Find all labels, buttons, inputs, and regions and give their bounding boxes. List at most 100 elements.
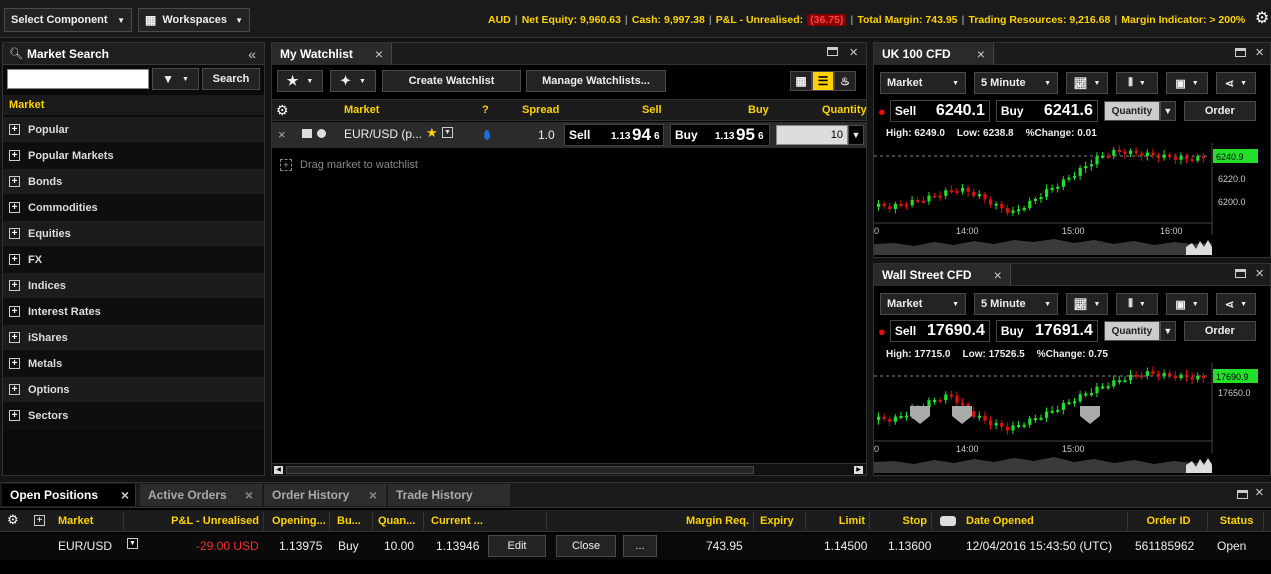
close-icon[interactable]: × [121, 487, 129, 503]
category-options[interactable]: + Options [3, 377, 264, 403]
add-icon[interactable]: + [34, 515, 45, 526]
col-question[interactable]: ? [482, 104, 489, 116]
col-buy-sell[interactable]: Bu... [333, 512, 373, 530]
more-button[interactable]: ... [623, 535, 657, 557]
chart1-buy-button[interactable]: Buy 6241.6 [995, 100, 1098, 122]
maximize-icon[interactable] [1235, 48, 1246, 57]
tab-open-positions[interactable]: Open Positions × [2, 484, 136, 506]
manage-watchlists-button[interactable]: Manage Watchlists... [526, 70, 666, 92]
chart2-canvas[interactable]: 17690.9 17650.0 0 14:00 15:00 [874, 363, 1270, 475]
watchlist-row[interactable]: × EUR/USD (p... ★ ▼ 1.0 Sell 1.13 94 6 B… [272, 122, 866, 148]
remove-icon[interactable]: × [278, 127, 286, 142]
chart2-interval-select[interactable]: 5 Minute ▼ [974, 293, 1058, 315]
filter-button[interactable]: ▼ ▼ [152, 68, 199, 90]
grid-view-icon[interactable]: ▦ [790, 71, 812, 91]
close-panel-icon[interactable]: × [1255, 44, 1264, 61]
chart2-quantity-input[interactable]: Quantity [1103, 321, 1160, 341]
chart2-tab[interactable]: Wall Street CFD × [874, 263, 1011, 286]
chart2-type-select[interactable]: Market ▼ [880, 293, 966, 315]
map-pin-icon[interactable]: ● [878, 104, 886, 119]
close-icon[interactable]: × [375, 46, 383, 62]
drawing-tools-icon[interactable]: 📈︎ ▼ [1066, 293, 1108, 315]
chart-icon[interactable] [302, 129, 312, 138]
close-panel-icon[interactable]: × [849, 44, 858, 61]
maximize-icon[interactable] [1235, 269, 1246, 278]
select-component-button[interactable]: Select Component ▼ [4, 8, 132, 32]
maximize-icon[interactable] [1237, 490, 1248, 499]
chart1-tab[interactable]: UK 100 CFD × [874, 42, 994, 65]
chart1-quantity-input[interactable]: Quantity [1103, 101, 1160, 121]
category-equities[interactable]: + Equities [3, 221, 264, 247]
chart2-order-button[interactable]: Order [1183, 321, 1256, 341]
close-icon[interactable]: × [977, 46, 985, 62]
col-market[interactable]: Market [54, 512, 124, 530]
workspaces-button[interactable]: ▦ Workspaces ▼ [138, 8, 250, 32]
collapse-icon[interactable]: « [248, 46, 256, 62]
edit-button[interactable]: Edit [488, 535, 546, 557]
chart1-navigator[interactable] [874, 239, 1212, 255]
tab-trade-history[interactable]: Trade History [388, 484, 510, 506]
category-indices[interactable]: + Indices [3, 273, 264, 299]
share-icon[interactable]: ⋖ ▼ [1216, 293, 1256, 315]
chart1-order-button[interactable]: Order [1183, 101, 1256, 121]
star-icon[interactable]: ★ [426, 125, 438, 141]
col-quantity[interactable]: Quantity [822, 104, 867, 116]
chart1-navigator-handle[interactable] [1186, 240, 1212, 255]
maximize-icon[interactable] [827, 47, 838, 56]
category-popular-markets[interactable]: + Popular Markets [3, 143, 264, 169]
candles-icon[interactable]: ⫴ ▼ [1116, 293, 1158, 315]
list-view-icon[interactable]: ☰ [812, 71, 834, 91]
col-expiry[interactable]: Expiry [756, 512, 806, 530]
chart2-quantity-dropdown-icon[interactable]: ▼ [1159, 321, 1176, 341]
chart1-sell-button[interactable]: Sell 6240.1 [889, 100, 990, 122]
col-stop[interactable]: Stop [872, 512, 932, 530]
gear-icon[interactable]: ⚙ [1253, 9, 1271, 27]
category-fx[interactable]: + FX [3, 247, 264, 273]
menu-dropdown-icon[interactable]: ▼ [442, 127, 453, 138]
scroll-left-icon[interactable]: ◀ [274, 466, 283, 474]
close-icon[interactable]: × [245, 487, 253, 503]
col-market[interactable]: Market [344, 104, 379, 116]
category-interest-rates[interactable]: + Interest Rates [3, 299, 264, 325]
scroll-thumb[interactable] [286, 466, 754, 474]
sell-price-button[interactable]: Sell 1.13 94 6 [564, 124, 664, 146]
col-buy[interactable]: Buy [748, 104, 769, 116]
category-sectors[interactable]: + Sectors [3, 403, 264, 429]
category-popular[interactable]: + Popular [3, 117, 264, 143]
scroll-right-icon[interactable]: ▶ [854, 466, 863, 474]
quantity-dropdown-icon[interactable]: ▼ [848, 125, 864, 145]
candles-icon[interactable]: ⫴ ▼ [1116, 72, 1158, 94]
col-status[interactable]: Status [1210, 512, 1264, 530]
close-position-button[interactable]: Close [556, 535, 616, 557]
market-search-input[interactable] [7, 69, 149, 89]
settings-gear-icon[interactable]: ⚙ [7, 512, 19, 528]
col-limit[interactable]: Limit [806, 512, 870, 530]
category-commodities[interactable]: + Commodities [3, 195, 264, 221]
category-ishares[interactable]: + iShares [3, 325, 264, 351]
save-icon[interactable]: ▣ ▼ [1166, 293, 1208, 315]
chart1-type-select[interactable]: Market ▼ [880, 72, 966, 94]
close-icon[interactable]: × [994, 267, 1002, 283]
col-current[interactable]: Current ... [427, 512, 547, 530]
col-spread[interactable]: Spread [522, 104, 559, 116]
buy-price-button[interactable]: Buy 1.13 95 6 [670, 124, 770, 146]
heat-view-icon[interactable]: ♨ [834, 71, 856, 91]
add-favourite-button[interactable]: ✦ ▼ [330, 70, 376, 92]
chart1-canvas[interactable]: 6240.9 6220.0 6200.0 0 14:00 15:00 16:00 [874, 143, 1270, 257]
create-watchlist-button[interactable]: Create Watchlist [382, 70, 521, 92]
settings-gear-icon[interactable]: ⚙ [276, 102, 289, 119]
share-icon[interactable]: ⋖ ▼ [1216, 72, 1256, 94]
tab-active-orders[interactable]: Active Orders × [140, 484, 262, 506]
col-order-id[interactable]: Order ID [1130, 512, 1208, 530]
chart2-navigator-handle[interactable] [1186, 458, 1212, 473]
position-menu-icon[interactable]: ▼ [127, 538, 138, 549]
quantity-input[interactable]: 10 [776, 125, 848, 145]
close-panel-icon[interactable]: × [1255, 484, 1264, 501]
drawing-tools-icon[interactable]: 📈︎ ▼ [1066, 72, 1108, 94]
chart2-navigator[interactable] [874, 457, 1212, 473]
category-bonds[interactable]: + Bonds [3, 169, 264, 195]
save-icon[interactable]: ▣ ▼ [1166, 72, 1208, 94]
col-margin-req[interactable]: Margin Req. [550, 512, 754, 530]
search-button[interactable]: Search [202, 68, 260, 90]
horizontal-scrollbar[interactable]: ◀ ▶ [272, 463, 866, 475]
